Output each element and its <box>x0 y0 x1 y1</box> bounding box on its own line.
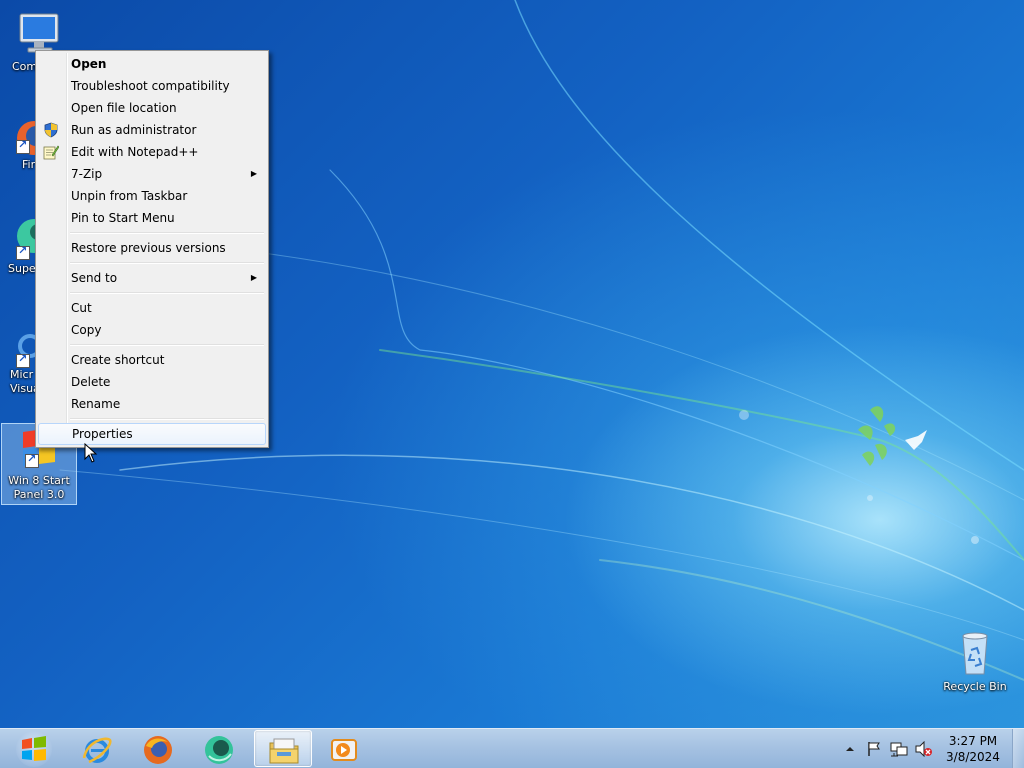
submenu-arrow-icon: ▶ <box>250 273 257 282</box>
menu-item-run-as-administrator[interactable]: Run as administrator <box>38 119 266 141</box>
taskbar: 3:27 PM 3/8/2024 <box>0 728 1024 768</box>
menu-item-cut[interactable]: Cut <box>38 297 266 319</box>
show-desktop-button[interactable] <box>1012 729 1024 768</box>
menu-item-label: Send to <box>71 271 118 285</box>
menu-separator <box>38 289 266 297</box>
menu-item-restore-previous-versions[interactable]: Restore previous versions <box>38 237 266 259</box>
internet-explorer-icon <box>82 737 112 764</box>
shortcut-arrow-icon <box>25 452 39 468</box>
menu-item-delete[interactable]: Delete <box>38 371 266 393</box>
submenu-arrow-icon: ▶ <box>250 169 257 178</box>
menu-item-open[interactable]: Open <box>38 53 266 75</box>
media-player-icon <box>331 739 357 761</box>
firefox-icon <box>144 736 172 764</box>
taskbar-file-explorer[interactable] <box>254 730 312 767</box>
network-icon[interactable] <box>890 741 908 757</box>
recycle-bin-icon <box>951 630 999 678</box>
system-clock[interactable]: 3:27 PM 3/8/2024 <box>940 733 1006 765</box>
menu-separator <box>38 415 266 423</box>
taskbar-internet-explorer[interactable] <box>68 730 126 767</box>
menu-separator <box>38 341 266 349</box>
notepad-plus-plus-icon <box>43 144 60 160</box>
desktop[interactable]: Com Fir Supe Micr Visual <box>0 0 1024 728</box>
clock-date: 3/8/2024 <box>946 750 1000 764</box>
menu-separator <box>38 259 266 267</box>
mouse-cursor-icon <box>84 443 98 463</box>
desktop-icon-recycle-bin[interactable]: Recycle Bin <box>937 630 1013 694</box>
app-icon <box>205 736 233 764</box>
taskbar-media-player[interactable] <box>315 730 373 767</box>
menu-item-copy[interactable]: Copy <box>38 319 266 341</box>
start-button[interactable] <box>6 729 60 768</box>
menu-item-troubleshoot-compatibility[interactable]: Troubleshoot compatibility <box>38 75 266 97</box>
desktop-icon-label: Win 8 Start Panel 3.0 <box>8 474 70 501</box>
menu-item-label: Run as administrator <box>71 123 197 137</box>
menu-item-7zip[interactable]: 7-Zip ▶ <box>38 163 266 185</box>
action-center-flag-icon[interactable] <box>866 741 882 757</box>
shortcut-arrow-icon <box>16 138 30 154</box>
menu-item-edit-with-notepad-plus-plus[interactable]: Edit with Notepad++ <box>38 141 266 163</box>
menu-item-label: 7-Zip <box>71 167 103 181</box>
menu-item-open-file-location[interactable]: Open file location <box>38 97 266 119</box>
uac-shield-icon <box>43 122 59 138</box>
show-hidden-icons-arrow-icon[interactable] <box>845 744 855 754</box>
windows-logo-icon <box>16 731 52 767</box>
menu-item-label: Edit with Notepad++ <box>71 145 199 159</box>
context-menu: Open Troubleshoot compatibility Open fil… <box>35 50 269 448</box>
shortcut-arrow-icon <box>16 244 30 260</box>
menu-item-properties[interactable]: Properties <box>38 423 266 445</box>
menu-item-rename[interactable]: Rename <box>38 393 266 415</box>
menu-item-create-shortcut[interactable]: Create shortcut <box>38 349 266 371</box>
menu-item-pin-to-start-menu[interactable]: Pin to Start Menu <box>38 207 266 229</box>
menu-item-unpin-from-taskbar[interactable]: Unpin from Taskbar <box>38 185 266 207</box>
folder-icon <box>269 738 299 764</box>
desktop-icon-label: Recycle Bin <box>943 680 1007 693</box>
shortcut-arrow-icon <box>16 352 30 368</box>
taskbar-firefox[interactable] <box>129 730 187 767</box>
menu-separator <box>38 229 266 237</box>
taskbar-app[interactable] <box>190 730 248 767</box>
menu-item-send-to[interactable]: Send to ▶ <box>38 267 266 289</box>
volume-muted-icon[interactable] <box>915 741 933 757</box>
clock-time: 3:27 PM <box>948 734 998 748</box>
